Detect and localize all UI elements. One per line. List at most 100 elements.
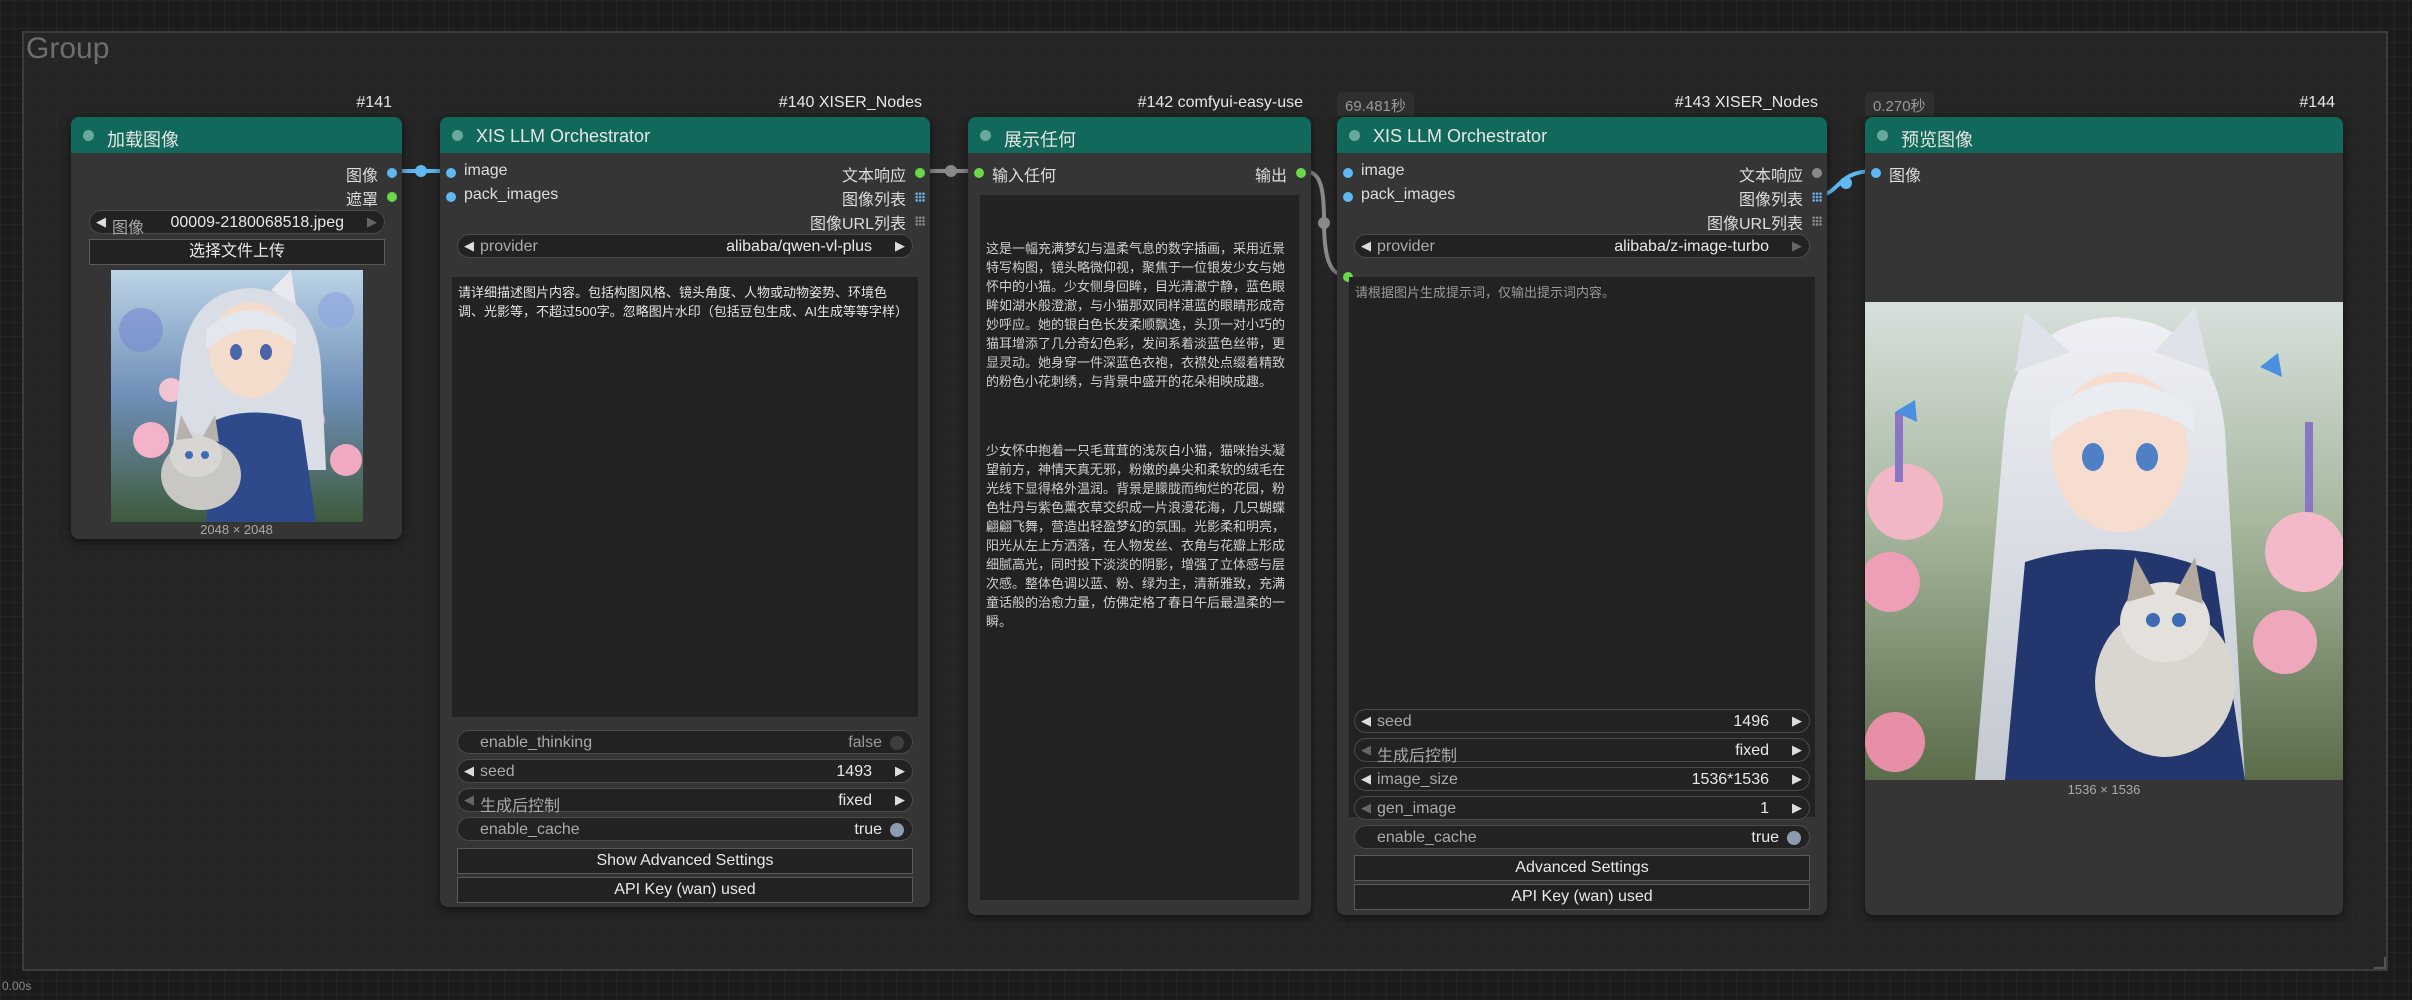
- display-paragraph-2: 少女怀中抱着一只毛茸茸的浅灰白小猫，猫咪抬头凝望前方，神情天真无邪，粉嫩的鼻尖和…: [986, 443, 1286, 629]
- widget-value: false: [848, 734, 882, 751]
- execution-time-badge: 0.270秒: [1865, 92, 1934, 116]
- output-text-port[interactable]: [1812, 168, 1822, 178]
- input-image-label: 图像: [1889, 168, 1922, 185]
- node-header[interactable]: 展示任何: [968, 117, 1311, 153]
- output-url-list-label: 图像URL列表: [809, 216, 906, 233]
- input-pack-images-port[interactable]: [1343, 192, 1353, 202]
- prev-arrow-icon[interactable]: ◀: [464, 238, 474, 254]
- status-readout: 0.00s: [2, 979, 32, 993]
- preview-image-node[interactable]: 预览图像 图像 1536 × 1536: [1865, 117, 2343, 915]
- decrement-arrow-icon[interactable]: ◀: [464, 763, 474, 779]
- output-image-label: 图像: [345, 168, 378, 185]
- node-header[interactable]: 预览图像: [1865, 117, 2343, 153]
- output-url-list-port[interactable]: [915, 216, 925, 226]
- decrement-arrow-icon[interactable]: ◀: [1361, 800, 1371, 816]
- enable-cache-toggle[interactable]: enable_cache true: [1354, 825, 1810, 849]
- prev-arrow-icon[interactable]: ◀: [1361, 771, 1371, 787]
- input-pack-images-port[interactable]: [446, 192, 456, 202]
- output-port[interactable]: [1296, 168, 1306, 178]
- collapse-dot[interactable]: [980, 130, 991, 141]
- image-dimensions: 1536 × 1536: [2067, 782, 2141, 797]
- decrement-arrow-icon[interactable]: ◀: [1361, 713, 1371, 729]
- output-image-list-port[interactable]: [1812, 192, 1822, 202]
- gen-image-widget[interactable]: ◀ gen_image 1 ▶: [1354, 796, 1810, 820]
- widget-label: seed: [1377, 713, 1412, 730]
- output-url-list-label: 图像URL列表: [1706, 216, 1803, 233]
- next-arrow-icon[interactable]: ▶: [895, 792, 905, 808]
- input-any-label: 输入任何: [992, 168, 1057, 185]
- input-image-port[interactable]: [1871, 168, 1881, 178]
- seed-widget[interactable]: ◀ seed 1496 ▶: [1354, 709, 1810, 733]
- node-header[interactable]: XIS LLM Orchestrator: [440, 117, 930, 153]
- after-generate-widget[interactable]: ◀ 生成后控制 fixed ▶: [1354, 738, 1810, 765]
- prompt-textarea[interactable]: 请详细描述图片内容。包括构图风格、镜头角度、人物或动物姿势、环境色调、光影等，不…: [452, 277, 918, 717]
- toggle-knob[interactable]: [1787, 831, 1801, 845]
- output-mask-port[interactable]: [387, 192, 397, 202]
- increment-arrow-icon[interactable]: ▶: [1792, 800, 1802, 816]
- output-label: 输出: [1254, 168, 1287, 185]
- llm-orchestrator-node-143[interactable]: XIS LLM Orchestrator image pack_images 文…: [1337, 117, 1827, 915]
- increment-arrow-icon[interactable]: ▶: [1792, 713, 1802, 729]
- preview-image: [1865, 302, 2343, 780]
- prev-arrow-icon[interactable]: ◀: [96, 214, 106, 230]
- display-textarea[interactable]: 这是一幅充满梦幻与温柔气息的数字插画，采用近景特写构图，镜头略微仰视，聚焦于一位…: [980, 195, 1299, 900]
- toggle-knob[interactable]: [890, 823, 904, 837]
- prev-arrow-icon[interactable]: ◀: [1361, 238, 1371, 254]
- show-any-node[interactable]: 展示任何 输入任何 输出 这是一幅充满梦幻与温柔气息的数字插画，采用近景特写构图…: [968, 117, 1311, 915]
- group-resize-handle[interactable]: [2374, 957, 2386, 969]
- input-any-port[interactable]: [974, 168, 984, 178]
- toggle-knob[interactable]: [890, 736, 904, 750]
- input-image-port[interactable]: [446, 168, 456, 178]
- output-url-list-port[interactable]: [1812, 216, 1822, 226]
- collapse-dot[interactable]: [83, 130, 94, 141]
- output-image-list-port[interactable]: [915, 192, 925, 202]
- collapse-dot[interactable]: [1349, 130, 1360, 141]
- execution-time-badge: 69.481秒: [1337, 92, 1414, 116]
- prompt-textarea[interactable]: 请根据图片生成提示词，仅输出提示词内容。: [1349, 277, 1815, 817]
- widget-label: image_size: [1377, 771, 1458, 788]
- collapse-dot[interactable]: [452, 130, 463, 141]
- seed-widget[interactable]: ◀ seed 1493 ▶: [457, 759, 913, 783]
- widget-value: 1: [1760, 800, 1769, 817]
- next-arrow-icon[interactable]: ▶: [367, 214, 377, 230]
- node-header[interactable]: 加载图像: [71, 117, 402, 153]
- llm-orchestrator-node-140[interactable]: XIS LLM Orchestrator image pack_images 文…: [440, 117, 930, 907]
- input-pack-images-label: pack_images: [464, 186, 559, 203]
- input-image-port[interactable]: [1343, 168, 1353, 178]
- api-key-button[interactable]: API Key (wan) used: [1354, 884, 1810, 910]
- provider-widget[interactable]: ◀ provider alibaba/z-image-turbo ▶: [1354, 234, 1810, 258]
- next-arrow-icon[interactable]: ▶: [1792, 742, 1802, 758]
- node-header[interactable]: XIS LLM Orchestrator: [1337, 117, 1827, 153]
- load-image-node[interactable]: 加载图像 图像 遮罩 ◀ 图像 00009-2180068518.jpeg ▶ …: [71, 117, 402, 539]
- upload-button[interactable]: 选择文件上传: [89, 239, 385, 265]
- api-key-button[interactable]: API Key (wan) used: [457, 877, 913, 903]
- prev-arrow-icon[interactable]: ◀: [464, 792, 474, 808]
- image-size-widget[interactable]: ◀ image_size 1536*1536 ▶: [1354, 767, 1810, 791]
- widget-value: 1496: [1733, 713, 1769, 730]
- widget-label: 生成后控制: [480, 798, 561, 815]
- input-pack-images-label: pack_images: [1361, 186, 1456, 203]
- input-image-label: image: [464, 162, 508, 179]
- next-arrow-icon[interactable]: ▶: [1792, 771, 1802, 787]
- enable-thinking-toggle[interactable]: enable_thinking false: [457, 730, 913, 754]
- show-advanced-settings-button[interactable]: Show Advanced Settings: [457, 848, 913, 874]
- input-image-label: image: [1361, 162, 1405, 179]
- advanced-settings-button[interactable]: Advanced Settings: [1354, 855, 1810, 881]
- node-badge: #144: [2299, 94, 2335, 111]
- after-generate-widget[interactable]: ◀ 生成后控制 fixed ▶: [457, 788, 913, 815]
- node-title: XIS LLM Orchestrator: [1373, 126, 1548, 146]
- next-arrow-icon[interactable]: ▶: [1792, 238, 1802, 254]
- output-text-port[interactable]: [915, 168, 925, 178]
- enable-cache-toggle[interactable]: enable_cache true: [457, 817, 913, 841]
- provider-widget[interactable]: ◀ provider alibaba/qwen-vl-plus ▶: [457, 234, 913, 258]
- next-arrow-icon[interactable]: ▶: [895, 238, 905, 254]
- prev-arrow-icon[interactable]: ◀: [1361, 742, 1371, 758]
- widget-value: alibaba/z-image-turbo: [1614, 238, 1769, 255]
- output-image-port[interactable]: [387, 168, 397, 178]
- widget-value: true: [1751, 829, 1779, 846]
- image-select-widget[interactable]: ◀ 图像 00009-2180068518.jpeg ▶: [89, 210, 385, 237]
- increment-arrow-icon[interactable]: ▶: [895, 763, 905, 779]
- collapse-dot[interactable]: [1877, 130, 1888, 141]
- group-title[interactable]: Group: [26, 32, 109, 66]
- image-dimensions: 2048 × 2048: [200, 522, 273, 537]
